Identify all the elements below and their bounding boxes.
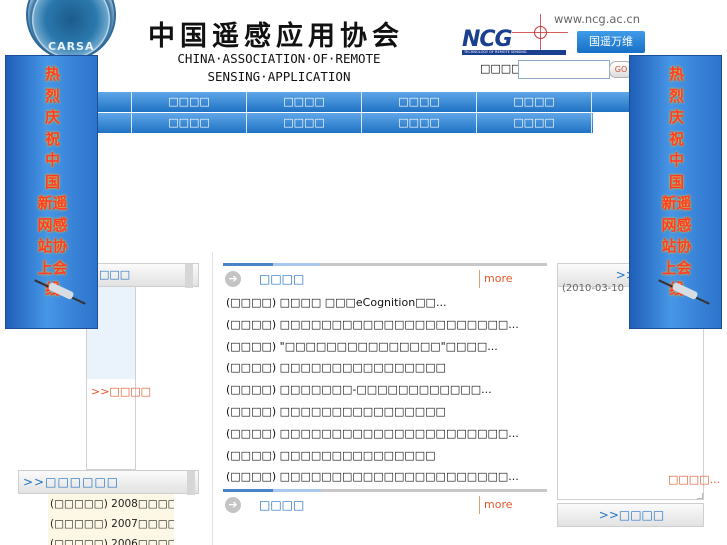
ncg-logo-mark: NCG bbox=[462, 27, 513, 52]
list-item[interactable]: (□□□□□) 2006□□□□□... bbox=[48, 534, 174, 545]
nav-item-3[interactable]: □□□□ bbox=[362, 92, 477, 112]
conference-section-header: >>□□□□□□ bbox=[18, 470, 199, 495]
association-logo[interactable]: CARSA bbox=[24, 0, 118, 62]
search-label: □□□□ bbox=[480, 62, 522, 75]
news-tab-indicator bbox=[223, 263, 547, 266]
site-title-en: CHINA·ASSOCIATION·OF·REMOTE SENSING·APPL… bbox=[156, 50, 402, 86]
nav-item-6[interactable]: □□□□ bbox=[247, 113, 362, 133]
main-nav-row-1: □□□□ □□□□ □□□□ □□□□ bbox=[94, 92, 634, 112]
arrow-right-icon: ➔ bbox=[225, 497, 241, 513]
right-panel-more-link[interactable]: □□□□... bbox=[668, 473, 720, 486]
nav-item-5[interactable]: □□□□ bbox=[132, 113, 247, 133]
news2-section-header: ➔ □□□□ more bbox=[223, 494, 547, 516]
right-panel-date: (2010-03-10 bbox=[562, 283, 625, 294]
site-title-en-line2: SENSING·APPLICATION bbox=[207, 69, 351, 84]
news-item[interactable]: (□□□□) □□□□□□□□□□□□□□□□□□□□□□... bbox=[226, 466, 546, 488]
column-divider bbox=[212, 252, 213, 545]
banner-text: 热 烈 庆 祝 中 国 新遥 网感 站协 上会 线 bbox=[37, 65, 68, 298]
satellite-icon bbox=[32, 279, 92, 305]
news-item[interactable]: (□□□□) □□□□□□□□□□□□□□□□□□□□□□... bbox=[226, 314, 546, 336]
arrow-right-icon: ➔ bbox=[225, 271, 241, 287]
list-item[interactable]: (□□□□□) 2007□□□□□... bbox=[48, 514, 174, 534]
satellite-icon bbox=[656, 279, 716, 305]
news-item[interactable]: (□□□□) □□□□□□□□□□□□□□□ bbox=[226, 445, 546, 467]
celebration-banner-left[interactable]: 热 烈 庆 祝 中 国 新遥 网感 站协 上会 线 bbox=[5, 55, 98, 329]
left-panel-header: □□□ bbox=[86, 263, 199, 288]
partner-url[interactable]: www.ncg.ac.cn bbox=[554, 12, 640, 26]
site-title-cn: 中国遥感应用协会 bbox=[148, 21, 404, 52]
main-nav-row-2: □□□□ □□□□ □□□□ □□□□ bbox=[94, 113, 593, 133]
left-panel-more-link[interactable]: >>□□□□ bbox=[91, 385, 151, 398]
news2-section-title[interactable]: □□□□ bbox=[259, 498, 304, 512]
banner-text: 热 烈 庆 祝 中 国 新遥 网感 站协 上会 线 bbox=[661, 65, 692, 298]
celebration-banner-right[interactable]: 热 烈 庆 祝 中 国 新遥 网感 站协 上会 线 bbox=[629, 55, 722, 329]
news-item[interactable]: (□□□□) □□□□ □□□eCognition□□... bbox=[226, 292, 546, 314]
news-item[interactable]: (□□□□) □□□□□□□-□□□□□□□□□□□□... bbox=[226, 379, 546, 401]
news2-more-link[interactable]: more bbox=[479, 496, 513, 514]
conference-section-title[interactable]: >>□□□□□□ bbox=[23, 475, 119, 489]
right-bottom-title[interactable]: >>□□□□ bbox=[558, 508, 705, 522]
ncg-logo[interactable]: NCG TECHNOLOGY OF REMOTE SENSING bbox=[462, 27, 566, 55]
news-item[interactable]: (□□□□) □□□□□□□□□□□□□□□□□□□□□□... bbox=[226, 423, 546, 445]
left-panel-title[interactable]: □□□ bbox=[99, 268, 130, 281]
right-bottom-header: >>□□□□ bbox=[557, 503, 704, 527]
nav-item-1[interactable]: □□□□ bbox=[132, 92, 247, 112]
ncg-logo-tagline: TECHNOLOGY OF REMOTE SENSING bbox=[462, 50, 566, 55]
news-item[interactable]: (□□□□) "□□□□□□□□□□□□□□□"□□□□... bbox=[226, 336, 546, 358]
news-item[interactable]: (□□□□) □□□□□□□□□□□□□□□□ bbox=[226, 357, 546, 379]
list-item[interactable]: (□□□□□) 2008□□□□□... bbox=[48, 494, 174, 514]
news-more-link[interactable]: more bbox=[479, 270, 513, 288]
news-section-title[interactable]: □□□□ bbox=[259, 272, 304, 286]
nav-item-4[interactable]: □□□□ bbox=[477, 92, 592, 112]
conference-list: (□□□□□) 2008□□□□□... (□□□□□) 2007□□□□□..… bbox=[48, 494, 174, 545]
resize-grip-icon bbox=[697, 493, 703, 499]
nav-item-8[interactable]: □□□□ bbox=[477, 113, 592, 133]
news-section-header: ➔ □□□□ more bbox=[223, 268, 547, 290]
site-title-en-line1: CHINA·ASSOCIATION·OF·REMOTE bbox=[177, 51, 381, 66]
partner-button[interactable]: 国遥万维 bbox=[577, 31, 645, 53]
logo-text: CARSA bbox=[48, 40, 95, 53]
news-list: (□□□□) □□□□ □□□eCognition□□... (□□□□) □□… bbox=[226, 292, 546, 488]
news-item[interactable]: (□□□□) □□□□□□□□□□□□□□□□ bbox=[226, 401, 546, 423]
nav-item-2[interactable]: □□□□ bbox=[247, 92, 362, 112]
nav-item-7[interactable]: □□□□ bbox=[362, 113, 477, 133]
search-input[interactable] bbox=[518, 60, 610, 79]
news2-tab-indicator bbox=[223, 489, 547, 492]
